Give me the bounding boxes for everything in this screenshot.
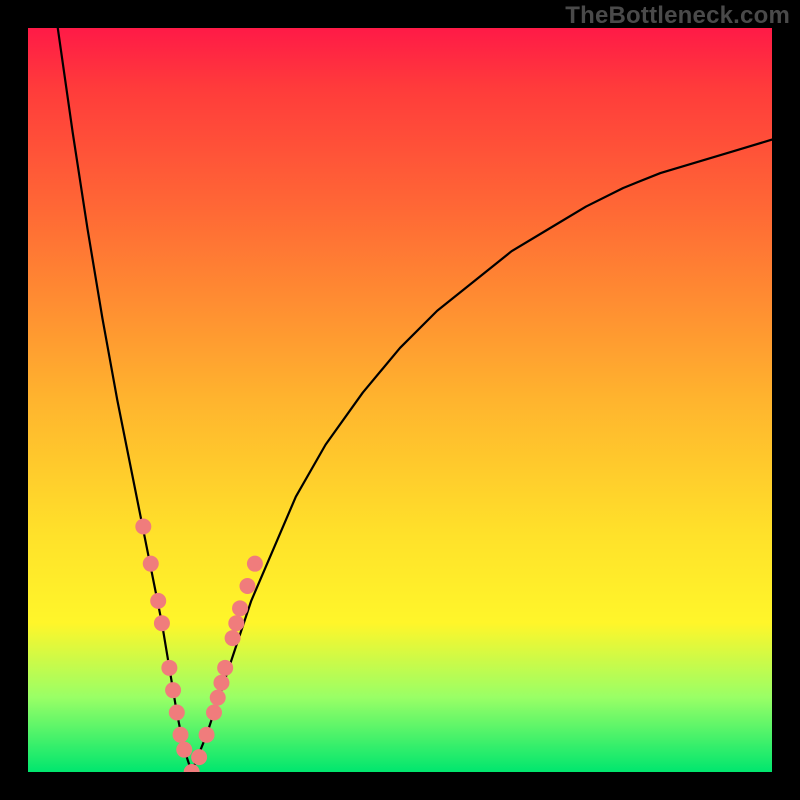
data-point [173,727,189,743]
data-point [217,660,233,676]
data-point [228,615,244,631]
data-point [199,727,215,743]
curve-right-branch [192,140,772,772]
chart-frame: TheBottleneck.com [0,0,800,800]
data-point [165,682,181,698]
data-point [184,764,200,772]
data-point [232,600,248,616]
data-point [239,578,255,594]
data-point [143,556,159,572]
data-point [225,630,241,646]
data-point [154,615,170,631]
data-point [191,749,207,765]
data-point [206,704,222,720]
chart-svg [28,28,772,772]
data-point [169,704,185,720]
data-point [247,556,263,572]
data-point [176,742,192,758]
data-point [161,660,177,676]
data-point [150,593,166,609]
data-point [135,518,151,534]
chart-plot-area [28,28,772,772]
data-point [213,675,229,691]
data-point [210,690,226,706]
watermark-text: TheBottleneck.com [565,2,790,30]
